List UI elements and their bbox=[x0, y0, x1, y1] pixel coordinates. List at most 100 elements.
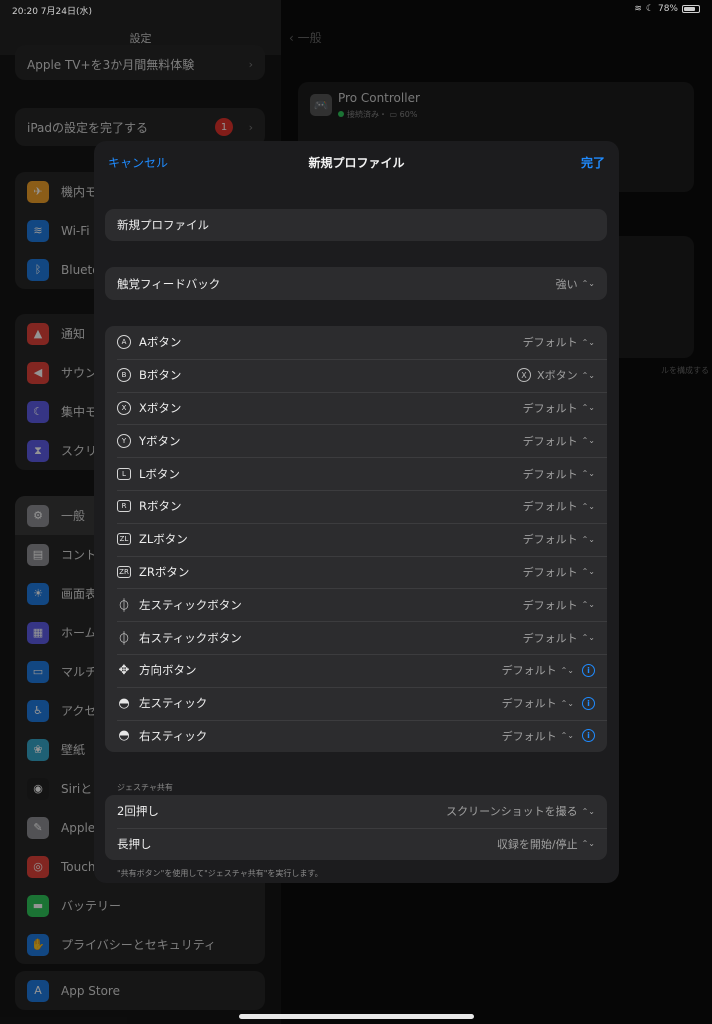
mapping-value: デフォルト ⌃⌄ i bbox=[502, 695, 595, 711]
y-button-icon: Y bbox=[117, 433, 131, 448]
gesture-group: 2回押し スクリーンショットを撮る ⌃⌄ 長押し 収録を開始/停止 ⌃⌄ bbox=[105, 795, 607, 860]
battery-status-icon bbox=[682, 5, 700, 13]
mapping-value-text: デフォルト bbox=[501, 729, 557, 743]
x-button-icon: X bbox=[117, 400, 131, 415]
mapping-value: デフォルト ⌃⌄ i bbox=[502, 662, 595, 678]
mapping-label: 右スティック bbox=[139, 728, 208, 743]
a-button-icon: A bbox=[117, 335, 131, 350]
mapping-value-text: デフォルト bbox=[522, 565, 578, 579]
gesture-label: 2回押し bbox=[117, 804, 159, 819]
gesture-row-long-press[interactable]: 長押し 収録を開始/停止 ⌃⌄ bbox=[105, 827, 607, 861]
profile-name-group: 新規プロファイル bbox=[105, 209, 607, 241]
haptic-group: 触覚フィードバック 強い ⌃⌄ bbox=[105, 267, 607, 300]
sheet-title: 新規プロファイル bbox=[308, 156, 405, 170]
status-bar: 20:20 7月24日(水) ≋ ☾ 78% bbox=[0, 0, 712, 20]
chevron-updown-icon: ⌃⌄ bbox=[581, 279, 595, 288]
left-stick-button-button-icon: ⏀ bbox=[117, 599, 131, 615]
mapping-value-text: デフォルト bbox=[522, 500, 578, 514]
mapping-value: デフォルト ⌃⌄ bbox=[523, 531, 595, 547]
chevron-updown-icon: ⌃⌄ bbox=[581, 501, 595, 511]
chevron-updown-icon: ⌃⌄ bbox=[581, 600, 595, 610]
chevron-updown-icon: ⌃⌄ bbox=[581, 436, 595, 446]
mapping-row-b[interactable]: B Bボタン X Xボタン ⌃⌄ bbox=[105, 358, 607, 392]
mapping-value-text: デフォルト bbox=[501, 664, 557, 678]
profile-name-field[interactable]: 新規プロファイル bbox=[105, 209, 607, 241]
gesture-value-text: スクリーンショットを撮る bbox=[446, 805, 578, 819]
mapping-row-a[interactable]: A Aボタン デフォルト ⌃⌄ bbox=[105, 326, 607, 359]
mapping-value: デフォルト ⌃⌄ i bbox=[502, 728, 595, 744]
mapping-label: 左スティック bbox=[139, 696, 208, 711]
mapping-row-y[interactable]: Y Yボタン デフォルト ⌃⌄ bbox=[105, 424, 607, 457]
mapping-label: Aボタン bbox=[139, 335, 182, 350]
b-button-icon: B bbox=[117, 368, 131, 383]
chevron-updown-icon: ⌃⌄ bbox=[581, 633, 595, 643]
haptic-value-text: 強い bbox=[555, 277, 578, 291]
home-indicator[interactable] bbox=[239, 1014, 474, 1019]
battery-percent: 78% bbox=[657, 4, 678, 14]
mapping-value: デフォルト ⌃⌄ bbox=[523, 400, 595, 416]
mapping-value: X Xボタン ⌃⌄ bbox=[517, 367, 595, 383]
mapping-value-text: デフォルト bbox=[522, 598, 578, 612]
mapping-label: ZLボタン bbox=[139, 532, 188, 547]
mapping-row-left-stick-button[interactable]: ⏀ 左スティックボタン デフォルト ⌃⌄ bbox=[105, 588, 607, 621]
mapping-value: デフォルト ⌃⌄ bbox=[523, 630, 595, 646]
new-profile-sheet: 新規プロファイル キャンセル 完了 新規プロファイル 触覚フィードバック 強い … bbox=[94, 141, 619, 883]
haptic-feedback-row[interactable]: 触覚フィードバック 強い ⌃⌄ bbox=[105, 267, 607, 300]
chevron-updown-icon: ⌃⌄ bbox=[560, 731, 574, 741]
gesture-value-text: 収録を開始/停止 bbox=[496, 837, 578, 851]
mapping-label: ZRボタン bbox=[139, 564, 190, 579]
mapping-value-text: デフォルト bbox=[522, 434, 578, 448]
mapping-value: デフォルト ⌃⌄ bbox=[523, 498, 595, 514]
mapping-label: Xボタン bbox=[139, 400, 182, 415]
r-button-icon: R bbox=[117, 500, 131, 513]
mapping-row-x[interactable]: X Xボタン デフォルト ⌃⌄ bbox=[105, 391, 607, 425]
chevron-updown-icon: ⌃⌄ bbox=[581, 370, 595, 380]
mapping-label: Lボタン bbox=[139, 466, 180, 481]
mapping-value: デフォルト ⌃⌄ bbox=[523, 334, 595, 350]
mapping-value: デフォルト ⌃⌄ bbox=[523, 597, 595, 613]
mapping-row-zr[interactable]: ZR ZRボタン デフォルト ⌃⌄ bbox=[105, 555, 607, 589]
chevron-updown-icon: ⌃⌄ bbox=[560, 698, 574, 708]
chevron-updown-icon: ⌃⌄ bbox=[581, 839, 595, 849]
mapping-row-left-stick[interactable]: ◓ 左スティック デフォルト ⌃⌄ i bbox=[105, 686, 607, 720]
chevron-updown-icon: ⌃⌄ bbox=[581, 403, 595, 413]
haptic-value: 強い ⌃⌄ bbox=[556, 276, 595, 292]
chevron-updown-icon: ⌃⌄ bbox=[560, 665, 574, 675]
gesture-row-double-press[interactable]: 2回押し スクリーンショットを撮る ⌃⌄ bbox=[105, 795, 607, 828]
mapping-row-r[interactable]: R Rボタン デフォルト ⌃⌄ bbox=[105, 489, 607, 523]
info-icon[interactable]: i bbox=[582, 663, 595, 677]
status-time: 20:20 7月24日(水) bbox=[12, 7, 92, 17]
mapping-value-text: Xボタン bbox=[537, 369, 578, 383]
mapping-row-right-stick[interactable]: ◓ 右スティック デフォルト ⌃⌄ i bbox=[105, 719, 607, 753]
mapping-row-l[interactable]: L Lボタン デフォルト ⌃⌄ bbox=[105, 457, 607, 490]
cancel-button[interactable]: キャンセル bbox=[108, 154, 168, 171]
gesture-footer: "共有ボタン"を使用して"ジェスチャ共有"を実行します。 bbox=[117, 869, 323, 878]
profile-name-value: 新規プロファイル bbox=[117, 218, 209, 232]
mapping-label: Yボタン bbox=[139, 433, 181, 448]
mapping-label: 方向ボタン bbox=[139, 663, 197, 678]
mapping-row-right-stick-button[interactable]: ⏀ 右スティックボタン デフォルト ⌃⌄ bbox=[105, 621, 607, 654]
right-stick-button-button-icon: ⏀ bbox=[117, 632, 131, 648]
wifi-status-icon: ≋ bbox=[634, 4, 642, 14]
mapping-row-dpad[interactable]: ✥ 方向ボタン デフォルト ⌃⌄ i bbox=[105, 653, 607, 687]
button-mapping-group: A Aボタン デフォルト ⌃⌄ B Bボタン X Xボタン ⌃⌄ X Xボタン デフォルト ⌃⌄ Y Yボタ… bbox=[105, 326, 607, 753]
zr-button-icon: ZR bbox=[117, 565, 131, 578]
chevron-updown-icon: ⌃⌄ bbox=[581, 534, 595, 544]
mapping-label: Rボタン bbox=[139, 499, 182, 514]
chevron-updown-icon: ⌃⌄ bbox=[581, 469, 595, 479]
mapping-value-text: デフォルト bbox=[522, 336, 578, 350]
mapping-row-zl[interactable]: ZL ZLボタン デフォルト ⌃⌄ bbox=[105, 522, 607, 556]
mapping-value: デフォルト ⌃⌄ bbox=[523, 564, 595, 580]
dpad-button-icon: ✥ bbox=[118, 662, 130, 678]
gesture-value: 収録を開始/停止 ⌃⌄ bbox=[497, 836, 595, 852]
haptic-label: 触覚フィードバック bbox=[117, 276, 221, 291]
mapping-value-text: デフォルト bbox=[501, 697, 557, 711]
done-button[interactable]: 完了 bbox=[581, 154, 605, 171]
info-icon[interactable]: i bbox=[582, 729, 595, 743]
l-button-icon: L bbox=[117, 467, 131, 480]
chevron-updown-icon: ⌃⌄ bbox=[581, 806, 595, 816]
left-stick-button-icon: ◓ bbox=[118, 695, 130, 711]
info-icon[interactable]: i bbox=[582, 696, 595, 710]
x-button-icon: X bbox=[517, 368, 532, 383]
right-stick-button-icon: ◓ bbox=[118, 728, 130, 744]
